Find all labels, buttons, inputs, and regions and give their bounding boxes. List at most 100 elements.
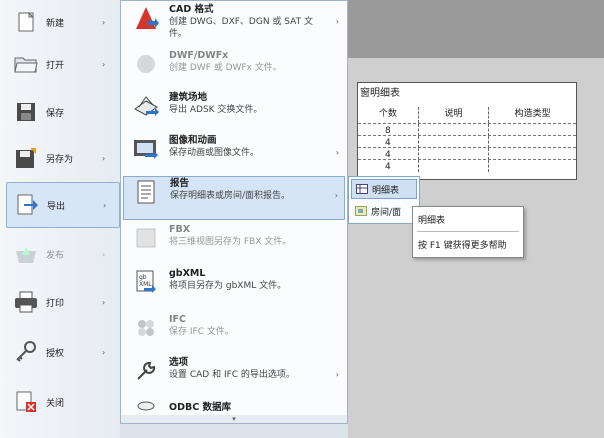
export-submenu: CAD 格式创建 DWG、DXF、DGN 或 SAT 文件。 › DWF/DWF… [120, 0, 348, 424]
report-item-room-area[interactable]: 房间/面 [351, 201, 417, 221]
export-item-description: 将项目另存为 gbXML 文件。 [169, 281, 287, 291]
report-icon [132, 177, 162, 207]
fbx-icon [131, 223, 161, 253]
menu-item-close[interactable]: 关闭 [6, 380, 118, 424]
chevron-right-icon: › [335, 148, 339, 157]
menu-footer [120, 424, 348, 438]
application-menu: 新建 › 打开 › 保存 另存为 › 导出 › 发布 › 打印 › 授权 › 关… [0, 0, 121, 438]
export-item-description: 将三维视图另存为 FBX 文件。 [169, 237, 292, 247]
chevron-right-icon: › [334, 191, 338, 200]
menu-item-print[interactable]: 打印 › [6, 280, 118, 324]
chevron-right-icon: › [102, 347, 106, 357]
menu-item-new[interactable]: 新建 › [6, 0, 118, 44]
export-item-title: gbXML [169, 268, 206, 279]
export-item-title: ODBC 数据库 [169, 402, 231, 413]
svg-text:XML: XML [139, 281, 152, 288]
table-cell [419, 160, 490, 172]
chevron-right-icon: › [335, 17, 339, 26]
schedule-header-count: 个数 [358, 107, 419, 123]
schedule-header-type: 构造类型 [514, 109, 551, 119]
export-item-title: 建筑场地 [169, 92, 208, 103]
export-item-title: 报告 [170, 178, 190, 189]
save-as-icon [12, 144, 40, 172]
tooltip-divider [417, 231, 519, 232]
export-item-description: 创建 DWF 或 DWFx 文件。 [169, 63, 282, 73]
window-schedule-table: 窗明细表 个数 说明 构造类型 8 4 4 4 [357, 82, 577, 180]
tooltip: 明细表 按 F1 键获得更多帮助 [412, 206, 524, 258]
chevron-right-icon: › [335, 370, 339, 379]
table-icon [356, 184, 368, 194]
export-item-image-animation[interactable]: 图像和动画保存动画或图像文件。 › [123, 134, 345, 178]
menu-item-label: 新建 [46, 18, 65, 29]
export-item-gbxml[interactable]: gb XML gbXML 将项目另存为 gbXML 文件。 [123, 267, 345, 311]
export-item-report[interactable]: 报告保存明细表或房间/面积报告。 › [123, 176, 345, 220]
export-item-title: IFC [169, 314, 186, 325]
print-icon [12, 288, 40, 316]
export-item-odbc[interactable]: ODBC 数据库 [123, 401, 345, 415]
chevron-right-icon: › [102, 249, 106, 259]
chevron-right-icon: › [102, 153, 106, 163]
export-item-cad-format[interactable]: CAD 格式创建 DWG、DXF、DGN 或 SAT 文件。 › [123, 3, 345, 47]
schedule-header-row: 个数 说明 构造类型 [358, 107, 576, 123]
report-item-schedule[interactable]: 明细表 [351, 179, 417, 199]
export-item-options[interactable]: 选项设置 CAD 和 IFC 的导出选项。 › [123, 356, 345, 400]
export-item-description: 保存动画或图像文件。 [169, 148, 260, 158]
menu-item-label: 打开 [46, 60, 65, 71]
export-item-fbx[interactable]: FBX 将三维视图另存为 FBX 文件。 [123, 223, 345, 267]
menu-item-publish[interactable]: 发布 › [6, 232, 118, 276]
export-item-ifc[interactable]: IFC 保存 IFC 文件。 [123, 313, 345, 357]
menu-item-label: 打印 [46, 298, 65, 309]
menu-item-save-as[interactable]: 另存为 › [6, 136, 118, 180]
menu-item-save[interactable]: 保存 [6, 90, 118, 134]
export-item-description: 设置 CAD 和 IFC 的导出选项。 [169, 370, 295, 380]
export-item-description: 保存明细表或房间/面积报告。 [170, 191, 291, 201]
menu-item-license[interactable]: 授权 › [6, 330, 118, 374]
export-item-title: DWF/DWFx [169, 50, 229, 61]
new-document-icon [12, 8, 40, 36]
license-icon [12, 338, 40, 366]
chevron-right-icon: › [103, 200, 107, 210]
menu-item-label: 关闭 [46, 398, 65, 409]
chevron-right-icon: › [102, 59, 106, 69]
room-area-icon [355, 206, 367, 216]
export-item-dwf[interactable]: DWF/DWFx 创建 DWF 或 DWFx 文件。 [123, 49, 345, 93]
wrench-icon [131, 356, 161, 386]
cad-format-icon [131, 3, 161, 33]
chevron-right-icon: › [102, 297, 106, 307]
svg-text:gb: gb [139, 274, 147, 281]
tooltip-title: 明细表 [418, 216, 446, 226]
database-icon [131, 401, 161, 415]
menu-item-open[interactable]: 打开 › [6, 42, 118, 86]
title-band [348, 0, 604, 58]
export-item-title: FBX [169, 224, 191, 235]
menu-item-label: 另存为 [46, 154, 74, 165]
table-row: 4 [358, 159, 576, 172]
export-item-description: 保存 IFC 文件。 [169, 327, 234, 337]
menu-item-export[interactable]: 导出 › [6, 182, 120, 228]
schedule-header-description: 说明 [419, 107, 490, 123]
menu-item-label: 授权 [46, 348, 65, 359]
film-icon [131, 134, 161, 164]
export-icon [13, 191, 41, 219]
chevron-down-icon: ▾ [232, 415, 236, 423]
export-item-building-site[interactable]: 建筑场地导出 ADSK 交换文件。 [123, 91, 345, 135]
menu-item-label: 发布 [46, 250, 65, 261]
close-document-icon [12, 388, 40, 416]
export-item-description: 导出 ADSK 交换文件。 [169, 105, 263, 115]
export-item-title: CAD 格式 [169, 4, 214, 15]
ifc-icon [131, 313, 161, 343]
building-site-icon [131, 91, 161, 121]
dwf-icon [131, 49, 161, 79]
export-item-title: 选项 [169, 357, 189, 368]
chevron-right-icon: › [102, 17, 106, 27]
publish-icon [12, 240, 40, 268]
table-cell [489, 160, 576, 172]
export-item-title: 图像和动画 [169, 135, 217, 146]
save-icon [12, 98, 40, 126]
export-item-description: 创建 DWG、DXF、DGN 或 SAT 文件。 [169, 17, 313, 39]
schedule-title: 窗明细表 [360, 88, 400, 99]
scroll-down-button[interactable]: ▾ [121, 415, 347, 423]
menu-item-label: 导出 [47, 201, 66, 212]
report-item-label: 房间/面 [371, 207, 402, 218]
report-submenu: 明细表 房间/面 [348, 176, 420, 224]
